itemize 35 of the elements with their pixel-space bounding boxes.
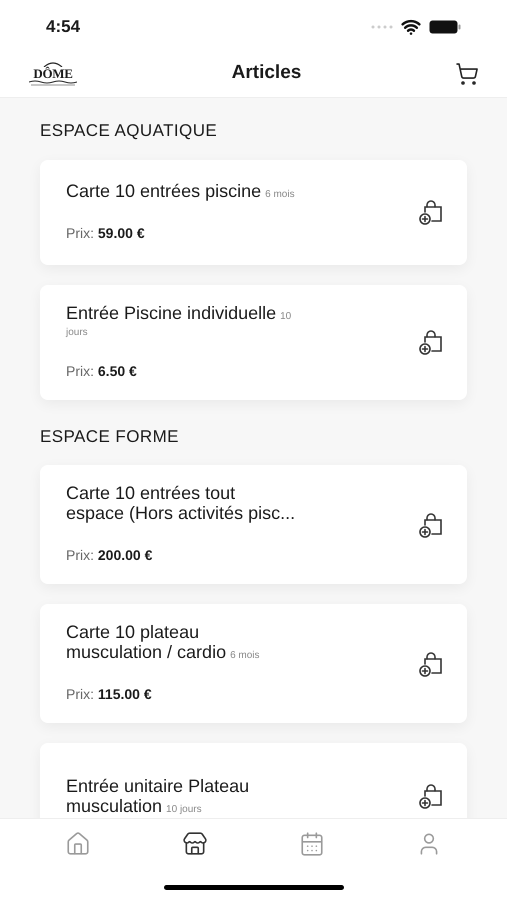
article-title: Carte 10 plateau musculation / cardio 6 mois [66,622,261,662]
section-heading: ESPACE AQUATIQUE [40,120,218,142]
price-label: Prix: [66,362,94,378]
bag-plus-icon[interactable] [417,650,445,678]
status-time: 4:54 [46,16,80,38]
article-card[interactable]: Entrée Piscine individuelle 10 jours Prix: 6.50 € [40,284,467,400]
store-icon [182,831,208,857]
article-title: Carte 10 entrées piscine 6 mois [66,180,296,200]
bag-plus-icon[interactable] [417,782,445,810]
price-value: 59.00 € [98,224,145,240]
article-title: Entrée Piscine individuelle 10 jours [66,302,292,338]
price-value: 200.00 € [98,547,152,563]
wifi-icon [401,17,421,37]
page-title: Articles [232,61,302,86]
article-card[interactable]: Carte 10 entrées tout espace (Hors activités pisc... Prix: 200.00 € [40,465,467,584]
battery-icon [429,20,461,34]
bag-plus-icon[interactable] [417,510,445,538]
price-label: Prix: [66,686,94,702]
article-title: Carte 10 entrées tout espace (Hors activités pisc... [66,483,296,523]
logo: DÔME [28,61,78,86]
bag-plus-icon[interactable] [417,328,445,356]
home-icon [65,831,92,857]
signal-icon [371,25,393,29]
calendar-icon [298,831,325,857]
price-label: Prix: [66,224,94,240]
price-value: 6.50 € [98,362,137,378]
price-label: Prix: [66,547,94,563]
bag-plus-icon[interactable] [417,198,445,226]
section-heading: ESPACE FORME [40,426,180,448]
article-title: Entrée unitaire Plateau musculation 10 jours [66,776,250,816]
article-card[interactable]: Carte 10 plateau musculation / cardio 6 mois Prix: 115.00 € [40,604,467,723]
price-value: 115.00 € [98,686,152,702]
cart-icon[interactable] [454,62,479,86]
article-card[interactable]: Entrée unitaire Plateau musculation 10 jours [40,743,467,818]
article-card[interactable]: Carte 10 entrées piscine 6 mois Prix: 59.00 € [40,160,467,264]
